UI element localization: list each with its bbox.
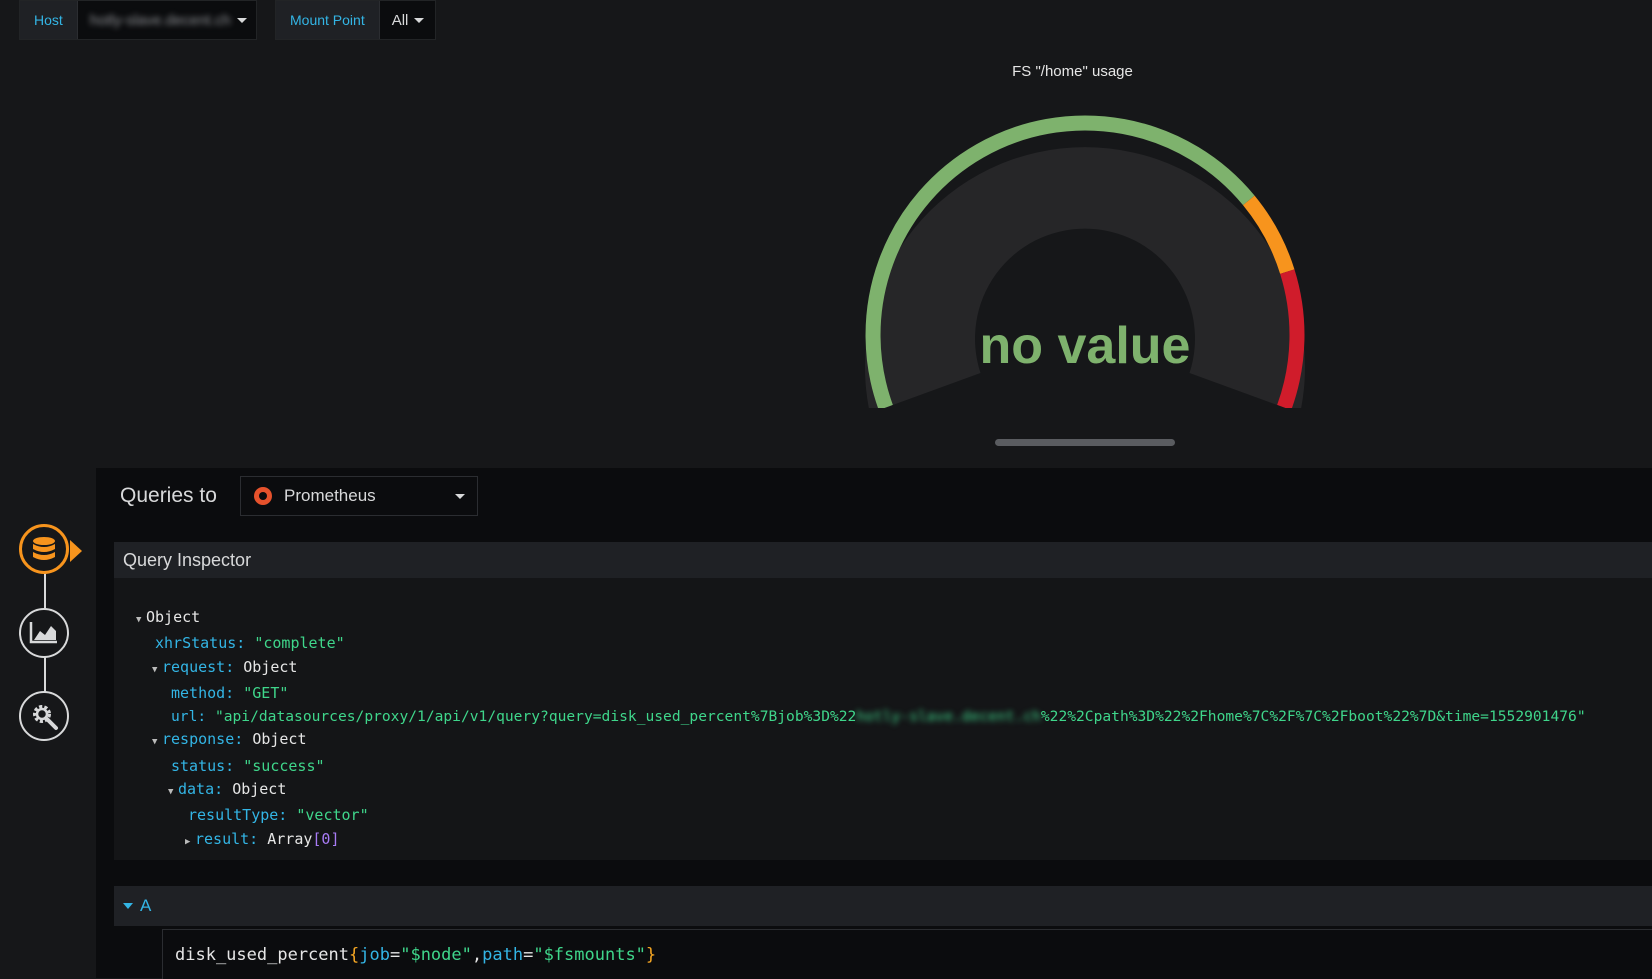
caret-down-icon [414,17,425,23]
tree-node-resulttype: resultType: "vector" [188,806,369,825]
host-variable-label: Host [20,1,78,39]
visualization-tab-button[interactable] [19,608,69,658]
panel-scrollbar[interactable] [995,439,1175,446]
active-tab-indicator [70,540,82,562]
caret-down-icon [455,493,465,499]
caret-down-icon [123,903,133,909]
query-ref-id: A [140,896,152,915]
area-chart-icon [29,622,57,644]
queries-tab-button[interactable] [19,524,69,574]
datasource-select[interactable]: Prometheus [240,476,478,516]
tree-node-xhrstatus: xhrStatus: "complete" [155,634,345,653]
tree-node-result[interactable]: ▶ result: Array[0] [114,828,1586,854]
panel-title: FS "/home" usage [1012,63,1133,80]
mount-point-variable[interactable]: Mount Point All [275,0,436,40]
tree-node-request[interactable]: ▼ request: Object [114,656,1586,682]
expanded-triangle-icon: ▼ [152,664,158,675]
tree-node-data[interactable]: ▼ data: Object [114,778,1586,804]
database-icon [33,537,55,560]
inspector-json-tree: ▼ Object xhrStatus: "complete" ▼ request: … [114,606,1586,854]
collapsed-triangle-icon: ▶ [185,836,191,847]
caret-down-icon [236,17,247,23]
general-tab-button[interactable] [19,691,69,741]
host-variable-dropdown[interactable]: hotly-slave.decent.ch [78,1,255,39]
mount-point-variable-label: Mount Point [276,1,380,39]
query-inspector-title: Query Inspector [114,542,1652,578]
tree-node-response[interactable]: ▼ response: Object [114,728,1586,754]
tree-node-method: method: "GET" [171,683,289,702]
mount-point-variable-value: All [391,11,409,29]
host-variable[interactable]: Host hotly-slave.decent.ch [19,0,257,40]
mount-point-variable-dropdown[interactable]: All [380,1,433,39]
gauge-value: no value [979,317,1191,375]
gear-icon [33,705,58,730]
expanded-triangle-icon: ▼ [136,615,142,625]
expanded-triangle-icon: ▼ [152,737,158,748]
query-expression-input[interactable]: disk_used_percent{job = "$node", path = "$fsm… [162,929,1652,979]
query-inspector: Query Inspector ▼ Object xhrStatus: "comp… [114,542,1652,860]
tree-node-root[interactable]: ▼ Object [114,606,1586,632]
host-variable-value: hotly-slave.decent.ch [89,11,231,29]
expanded-triangle-icon: ▼ [168,787,174,798]
datasource-name: Prometheus [284,486,376,505]
query-a-header[interactable]: A [114,886,1652,926]
tree-node-status: status: "success" [171,756,325,775]
tree-node-url: url: "api/datasources/proxy/1/api/v1/que… [171,708,1586,726]
prometheus-icon [254,487,272,505]
queries-to-label: Queries to [120,484,217,507]
